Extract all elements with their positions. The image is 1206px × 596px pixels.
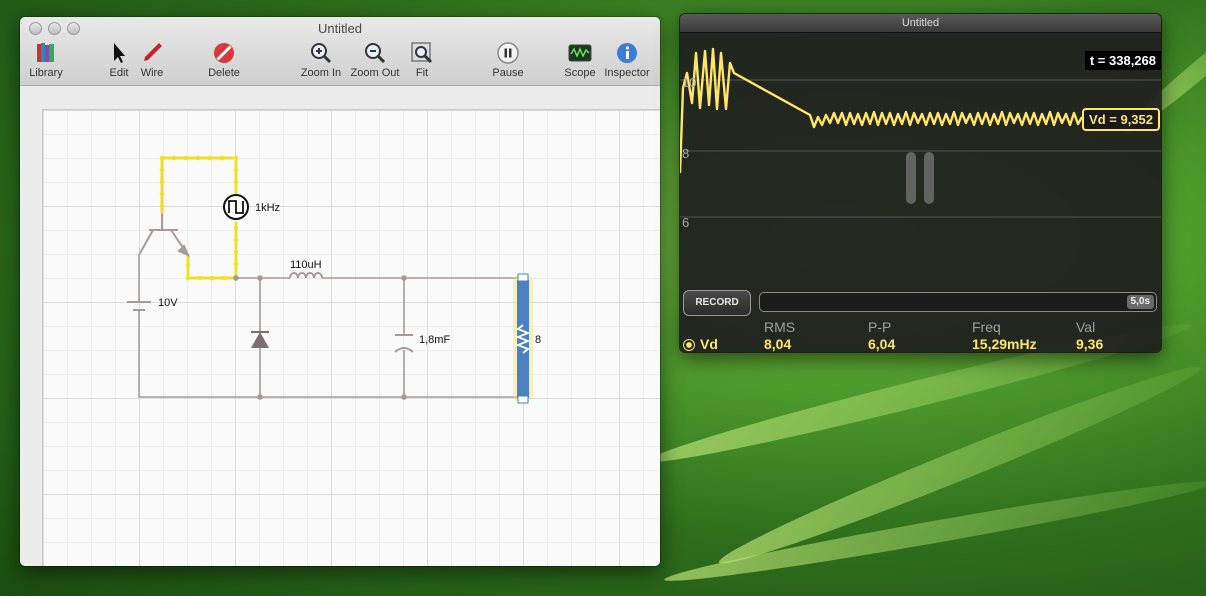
delete-button[interactable]: Delete: [194, 41, 254, 79]
current-value: 9,36: [1076, 336, 1104, 352]
pause-label: Pause: [492, 67, 524, 79]
time-readout: t = 338,268: [1084, 51, 1161, 70]
scope-label: Scope: [564, 67, 596, 79]
wire-label: Wire: [140, 67, 164, 79]
inductor[interactable]: [289, 272, 323, 279]
circuit-editor-window: Untitled Library Edit Wire Delete Zoom I…: [20, 17, 660, 566]
square-wave-source[interactable]: [223, 194, 249, 220]
stat-header: Val: [1076, 319, 1096, 335]
circuit-canvas[interactable]: 1kHz 10V 110uH 1,8mF 8: [42, 109, 660, 566]
oscilloscope-icon: [568, 44, 592, 62]
editor-title: Untitled: [317, 21, 363, 36]
probe-name: Vd: [700, 336, 718, 352]
source-label: 1kHz: [255, 202, 280, 214]
fit-icon: [411, 42, 433, 64]
capacitor[interactable]: [394, 334, 414, 353]
zoom-in-button[interactable]: Zoom In: [291, 41, 351, 79]
info-icon: [617, 43, 637, 63]
frequency-value: 15,29mHz: [972, 336, 1037, 352]
scope-title: Untitled: [680, 14, 1161, 33]
y-tick-label: 8: [682, 146, 690, 161]
library-icon: [37, 43, 54, 62]
junction: [233, 275, 239, 281]
duration-badge: 5,0s: [1126, 295, 1154, 309]
fit-button[interactable]: Fit: [392, 41, 452, 79]
junction: [401, 275, 407, 281]
zoom-in-label: Zoom In: [300, 67, 342, 79]
peak-to-peak-value: 6,04: [868, 336, 896, 352]
stat-header: Freq: [972, 319, 1001, 335]
scope-window: Untitled 10 8 6 t = 338,268 Vd = 9,352 R…: [680, 14, 1161, 352]
rms-value: 8,04: [764, 336, 792, 352]
resistor[interactable]: [513, 273, 533, 404]
record-button[interactable]: RECORD: [683, 290, 751, 316]
resistor-label: 8: [535, 334, 541, 346]
wire-tool-button[interactable]: Wire: [122, 41, 182, 79]
probe-select-radio[interactable]: [683, 339, 695, 351]
probe-statistics: RMS P-P Freq Val Vd 8,04 6,04 15,29mHz 9…: [680, 316, 1161, 352]
probe-value-readout: Vd = 9,352: [1082, 108, 1160, 131]
timeline-scrubber[interactable]: 5,0s: [759, 292, 1157, 312]
selected-wire[interactable]: [162, 156, 238, 194]
library-label: Library: [29, 67, 63, 79]
editor-titlebar: Untitled Library Edit Wire Delete Zoom I…: [20, 17, 660, 86]
junction: [257, 394, 263, 400]
delete-label: Delete: [208, 67, 240, 79]
stat-header: P-P: [868, 319, 892, 335]
circuit-diagram: 1kHz 10V 110uH 1,8mF 8: [127, 155, 541, 404]
scope-plot[interactable]: 10 8 6 t = 338,268 Vd = 9,352: [680, 33, 1161, 287]
editor-toolbar: Library Edit Wire Delete Zoom In Zoom Ou…: [20, 41, 660, 85]
stat-header: RMS: [764, 319, 796, 335]
y-tick-label: 6: [682, 215, 690, 230]
zoom-in-icon: [311, 43, 332, 64]
wire[interactable]: [138, 322, 523, 398]
library-button[interactable]: Library: [20, 41, 76, 79]
transistor[interactable]: [138, 214, 190, 257]
pause-icon: [497, 42, 519, 64]
inspector-label: Inspector: [604, 67, 650, 79]
selected-wire[interactable]: [186, 255, 236, 280]
battery-label: 10V: [158, 297, 178, 309]
y-tick-label: 10: [682, 75, 697, 90]
fit-label: Fit: [415, 67, 429, 79]
capacitor-label: 1,8mF: [419, 334, 450, 346]
voltage-trace: [680, 47, 1084, 174]
inspector-button[interactable]: Inspector: [597, 41, 657, 79]
delete-icon: [214, 43, 234, 63]
pause-button[interactable]: Pause: [478, 41, 538, 79]
zoom-out-icon: [365, 43, 386, 64]
diode[interactable]: [251, 331, 269, 348]
inductor-label: 110uH: [290, 259, 322, 271]
pen-icon: [144, 43, 162, 61]
paused-overlay-icon: [906, 152, 934, 204]
junction: [257, 275, 263, 281]
battery[interactable]: [127, 301, 151, 322]
junction: [401, 394, 407, 400]
